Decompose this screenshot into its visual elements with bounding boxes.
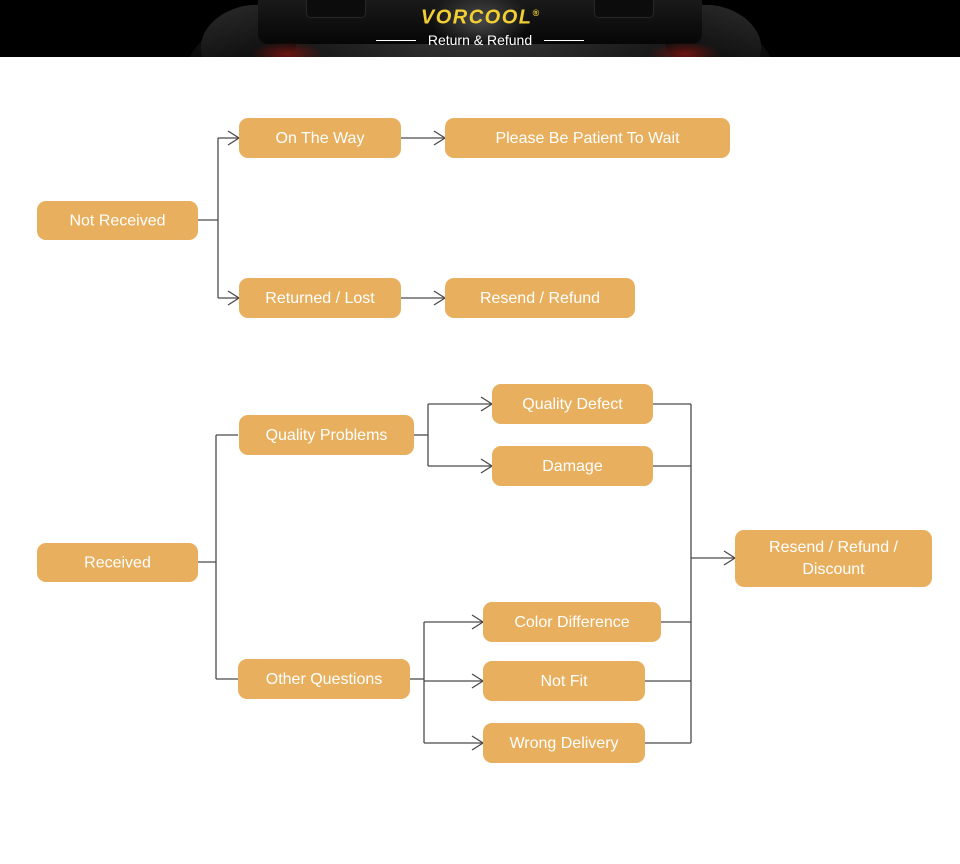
node-quality-problems[interactable]: Quality Problems: [239, 415, 414, 455]
brand-logo: VORCOOL®: [0, 2, 960, 29]
node-color-difference[interactable]: Color Difference: [483, 602, 661, 642]
node-not-fit[interactable]: Not Fit: [483, 661, 645, 701]
rule-right: [544, 39, 585, 41]
node-resend-refund-discount-label-line1: Resend / Refund /: [769, 539, 899, 556]
node-on-the-way-label: On The Way: [276, 130, 365, 147]
node-received[interactable]: Received: [37, 543, 198, 582]
banner-subtitle: Return & Refund: [427, 32, 533, 48]
node-not-received-label: Not Received: [69, 213, 165, 230]
header-banner: VORCOOL® Return & Refund: [0, 0, 960, 57]
node-on-the-way[interactable]: On The Way: [239, 118, 401, 158]
node-other-questions-label: Other Questions: [266, 671, 383, 688]
page-root: VORCOOL® Return & Refund Not Received On…: [0, 0, 960, 864]
banner-subtitle-group: Return & Refund: [0, 31, 960, 49]
flowchart-canvas: Not Received On The Way Please Be Patien…: [37, 118, 932, 763]
node-please-wait-label: Please Be Patient To Wait: [495, 130, 680, 147]
rule-left: [375, 39, 416, 41]
node-other-questions[interactable]: Other Questions: [238, 659, 410, 699]
node-resend-refund-discount-label-line2: Discount: [802, 561, 865, 578]
return-refund-flowchart: Not Received On The Way Please Be Patien…: [0, 57, 960, 864]
node-resend-refund-label: Resend / Refund: [480, 290, 600, 307]
node-damage-label: Damage: [542, 458, 603, 475]
node-wrong-delivery-label: Wrong Delivery: [509, 735, 618, 752]
node-resend-refund[interactable]: Resend / Refund: [445, 278, 635, 318]
node-not-fit-label: Not Fit: [540, 673, 588, 690]
node-color-difference-label: Color Difference: [514, 614, 629, 631]
node-received-label: Received: [84, 555, 151, 572]
node-quality-problems-label: Quality Problems: [266, 427, 388, 444]
brand-logo-text: VORCOOL: [420, 6, 533, 29]
node-damage[interactable]: Damage: [492, 446, 653, 486]
node-resend-refund-discount[interactable]: Resend / Refund / Discount: [735, 530, 932, 587]
node-please-be-patient-to-wait[interactable]: Please Be Patient To Wait: [445, 118, 730, 158]
node-quality-defect[interactable]: Quality Defect: [492, 384, 653, 424]
node-not-received[interactable]: Not Received: [37, 201, 198, 240]
node-quality-defect-label: Quality Defect: [522, 396, 623, 413]
node-returned-lost-label: Returned / Lost: [265, 290, 375, 307]
node-returned-lost[interactable]: Returned / Lost: [239, 278, 401, 318]
node-wrong-delivery[interactable]: Wrong Delivery: [483, 723, 645, 763]
registered-trademark-icon: ®: [532, 8, 540, 18]
